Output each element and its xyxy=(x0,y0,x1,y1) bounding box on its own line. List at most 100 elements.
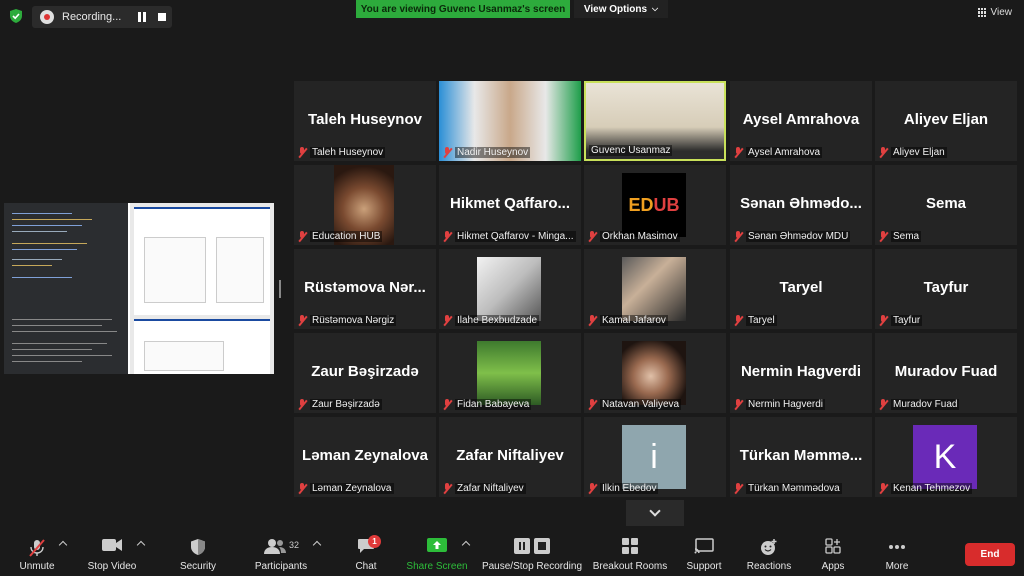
stop-video-button[interactable]: Stop Video xyxy=(84,530,140,576)
participant-video xyxy=(622,257,686,321)
muted-mic-icon xyxy=(878,230,888,242)
participant-tile[interactable]: Guvenc Usanmaz xyxy=(584,81,726,161)
muted-mic-icon xyxy=(587,398,597,410)
reactions-button[interactable]: Reactions xyxy=(744,530,794,576)
participant-display-name: Hikmet Qaffaro... xyxy=(449,195,571,212)
participant-display-name: Aysel Amrahova xyxy=(742,111,860,128)
participant-tile[interactable]: Sema Sema xyxy=(875,165,1017,245)
participant-tile[interactable]: Education HUB xyxy=(294,165,436,245)
end-meeting-button[interactable]: End xyxy=(965,543,1015,566)
participant-tile[interactable]: Natavan Valiyeva xyxy=(584,333,726,413)
participant-name-label: Rüstəmova Nərgiz xyxy=(310,314,397,326)
support-button[interactable]: Support xyxy=(682,530,726,576)
participant-tile[interactable]: Nermin Hagverdi Nermin Hagverdi xyxy=(730,333,872,413)
participant-tile[interactable]: Hikmet Qaffaro... Hikmet Qaffarov - Minga… xyxy=(439,165,581,245)
participant-name-label: Guvenc Usanmaz xyxy=(589,144,673,156)
splitter-handle[interactable] xyxy=(279,280,281,298)
participant-tile[interactable]: Türkan Məmmə... Türkan Məmmədova xyxy=(730,417,872,497)
participant-tile[interactable]: K Kenan Tehmezov xyxy=(875,417,1017,497)
participant-video xyxy=(622,341,686,405)
participant-name-bar: Taryel xyxy=(733,313,777,327)
participant-name-label: Taleh Huseynov xyxy=(310,146,386,158)
breakout-rooms-icon xyxy=(622,538,638,554)
participant-name-label: Education HUB xyxy=(310,230,383,242)
share-screen-label: Share Screen xyxy=(406,561,468,572)
share-screen-icon xyxy=(427,538,447,552)
stop-recording-icon[interactable] xyxy=(158,13,166,21)
pause-recording-icon[interactable] xyxy=(136,12,148,22)
security-shield-icon[interactable] xyxy=(8,8,24,24)
participant-tile[interactable]: Nadir Huseynov xyxy=(439,81,581,161)
muted-mic-icon xyxy=(442,482,452,494)
participant-name-bar: Türkan Məmmədova xyxy=(733,481,842,495)
muted-mic-icon xyxy=(297,230,307,242)
participant-name-bar: Sənan Əhmədov MDU xyxy=(733,229,851,243)
participant-tile[interactable]: Kamal Jafarov xyxy=(584,249,726,329)
participant-tile[interactable]: Ləman Zeynalova Ləman Zeynalova xyxy=(294,417,436,497)
participant-tile[interactable]: Fidan Babayeva xyxy=(439,333,581,413)
breakout-rooms-button[interactable]: Breakout Rooms xyxy=(590,530,670,576)
participant-tile[interactable]: Muradov Fuad Muradov Fuad xyxy=(875,333,1017,413)
participant-name-bar: Zaur Bəşirzadə xyxy=(297,397,382,411)
participant-name-bar: Kamal Jafarov xyxy=(587,313,668,327)
participant-name-bar: Education HUB xyxy=(297,229,383,243)
participant-name-bar: Kenan Tehmezov xyxy=(878,481,973,495)
participant-video xyxy=(477,341,541,405)
view-options-button[interactable]: View Options ⌵ xyxy=(574,0,668,18)
muted-mic-icon xyxy=(297,398,307,410)
muted-mic-icon xyxy=(587,230,597,242)
participant-tile[interactable]: Tayfur Tayfur xyxy=(875,249,1017,329)
view-options-label: View Options xyxy=(583,3,648,15)
participant-name-label: Aysel Amrahova xyxy=(746,146,823,158)
muted-mic-icon xyxy=(733,230,743,242)
participant-tile[interactable]: Aysel Amrahova Aysel Amrahova xyxy=(730,81,872,161)
participant-name-bar: İlahe Bexbudzade xyxy=(442,313,540,327)
participants-button[interactable]: 32 Participants xyxy=(250,530,312,576)
participant-name-label: Orkhan Masimov xyxy=(600,230,680,242)
unmute-button[interactable]: Unmute xyxy=(14,530,60,576)
share-screen-button[interactable]: Share Screen xyxy=(406,530,468,576)
participant-tile[interactable]: İlahe Bexbudzade xyxy=(439,249,581,329)
participants-options-caret[interactable] xyxy=(312,540,322,550)
participant-name-bar: Natavan Valiyeva xyxy=(587,397,682,411)
unmute-label: Unmute xyxy=(19,561,55,572)
muted-mic-icon xyxy=(733,482,743,494)
audio-options-caret[interactable] xyxy=(58,540,68,550)
pause-stop-recording-button[interactable]: Pause/Stop Recording xyxy=(480,530,584,576)
participant-name-label: İlahe Bexbudzade xyxy=(455,314,540,326)
participant-name-bar: Sema xyxy=(878,229,922,243)
participant-tile[interactable]: Taryel Taryel xyxy=(730,249,872,329)
participant-name-label: Aliyev Eljan xyxy=(891,146,947,158)
apps-label: Apps xyxy=(821,561,845,572)
participant-tile[interactable]: Rüstəmova Nər... Rüstəmova Nərgiz xyxy=(294,249,436,329)
participants-label: Participants xyxy=(254,561,308,572)
participant-display-name: Taryel xyxy=(779,279,823,296)
participant-display-name: Rüstəmova Nər... xyxy=(304,279,426,296)
next-page-button[interactable] xyxy=(626,500,684,526)
video-camera-icon xyxy=(102,539,122,551)
shared-screen[interactable] xyxy=(4,203,274,374)
chat-button[interactable]: 1 Chat xyxy=(346,530,386,576)
participant-tile[interactable]: Zafar Niftaliyev Zafar Niftaliyev xyxy=(439,417,581,497)
participant-tile[interactable]: Zaur Bəşirzadə Zaur Bəşirzadə xyxy=(294,333,436,413)
apps-icon xyxy=(825,538,841,554)
participant-name-bar: Nermin Hagverdi xyxy=(733,397,826,411)
participant-name-bar: Aysel Amrahova xyxy=(733,145,823,159)
participant-name-label: Zafar Niftaliyev xyxy=(455,482,526,494)
security-button[interactable]: Security xyxy=(174,530,222,576)
more-button[interactable]: More xyxy=(880,530,914,576)
participant-tile[interactable]: ED UB Orkhan Masimov xyxy=(584,165,726,245)
participant-tile[interactable]: Aliyev Eljan Aliyev Eljan xyxy=(875,81,1017,161)
participant-name-label: Taryel xyxy=(746,314,777,326)
participant-tile[interactable]: Taleh Huseynov Taleh Huseynov xyxy=(294,81,436,161)
participant-name-bar: Hikmet Qaffarov - Minga... xyxy=(442,229,576,243)
participant-name-label: Ləman Zeynalova xyxy=(310,482,394,494)
participant-tile[interactable]: i İlkin Ebedov xyxy=(584,417,726,497)
participant-name-label: Muradov Fuad xyxy=(891,398,960,410)
apps-button[interactable]: Apps xyxy=(816,530,850,576)
participant-name-label: Fidan Babayeva xyxy=(455,398,532,410)
view-button[interactable]: View xyxy=(977,7,1012,18)
participant-display-name: Muradov Fuad xyxy=(894,363,998,380)
participant-tile[interactable]: Sənan Əhmədo... Sənan Əhmədov MDU xyxy=(730,165,872,245)
participant-display-name: Tayfur xyxy=(923,279,969,296)
